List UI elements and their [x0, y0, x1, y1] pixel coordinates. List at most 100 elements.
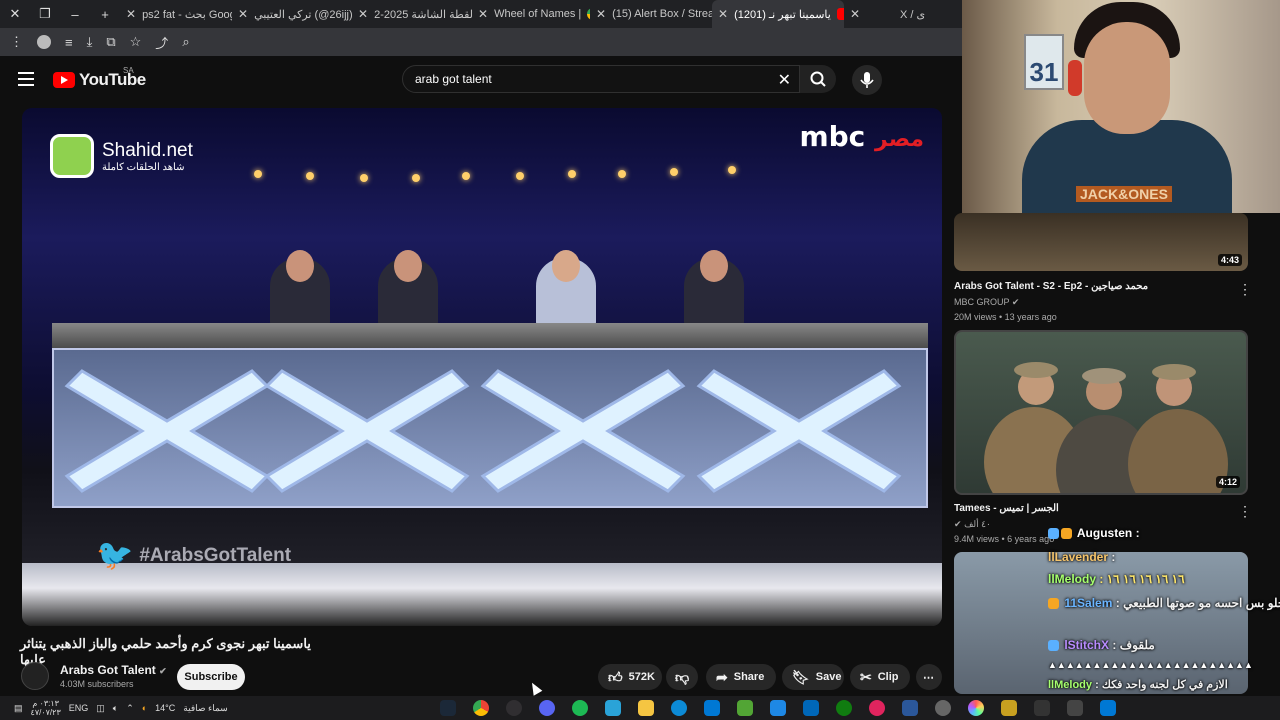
close-tab-icon[interactable]: ✕ [238, 7, 248, 21]
chrome-icon[interactable] [473, 700, 489, 716]
spotify-icon[interactable] [572, 700, 588, 716]
thumbs-down-icon: 👎︎ [675, 668, 690, 685]
vscode-icon[interactable] [704, 700, 720, 716]
volume-icon[interactable]: 🔈︎ [113, 703, 118, 714]
browser-tab[interactable]: ✕ تركي العتيبي (@26ijj) [232, 0, 352, 28]
shahid-name: Shahid.net [102, 139, 193, 161]
copilot-icon[interactable] [968, 700, 984, 716]
browser-tab[interactable]: ✕ ps2 fat - بحث Google [120, 0, 232, 28]
more-actions-button[interactable]: ⋯ [916, 664, 942, 690]
windows-start-icon[interactable] [1100, 700, 1116, 716]
more-options-icon[interactable]: ⋮ [1238, 503, 1252, 520]
more-options-icon[interactable]: ⋮ [1238, 281, 1252, 298]
browser-tab-active[interactable]: ✕ (1201) ياسمينا تبهر نـ [712, 0, 844, 28]
obs-icon[interactable] [506, 700, 522, 716]
recommendation-title[interactable]: Tamees - الجسر | تميس [954, 503, 1059, 514]
browser-tab[interactable]: ✕ (15) Alert Box / Strea [590, 0, 712, 28]
youtube-header: YouTube SA arab got talent ✕ [0, 56, 962, 102]
settings-gear-icon[interactable] [935, 700, 951, 716]
language-indicator[interactable]: ENG [69, 703, 89, 713]
app-icon[interactable] [770, 700, 786, 716]
recommendation-thumbnail[interactable]: 4:12 [954, 330, 1248, 495]
steam-icon[interactable] [440, 700, 456, 716]
recommendation-meta: 9.4M views • 6 years ago [954, 534, 1055, 544]
dislike-button[interactable]: 👎︎ [666, 664, 698, 690]
close-window-icon[interactable]: ✕ [0, 6, 30, 22]
edge-icon[interactable] [671, 700, 687, 716]
judge-figure [270, 250, 330, 328]
search-input[interactable]: arab got talent ✕ [402, 65, 800, 93]
app-icon[interactable] [1001, 700, 1017, 716]
share-page-icon[interactable]: ⤴ [155, 33, 168, 52]
menu-dots-icon[interactable]: ⋮ [10, 34, 23, 50]
close-tab-icon[interactable]: ✕ [478, 7, 488, 21]
x-buzzer-icon [480, 369, 686, 493]
xbox-icon[interactable] [836, 700, 852, 716]
chat-message: lStitchX : ملقوف [1048, 638, 1155, 652]
search-button[interactable] [800, 65, 836, 93]
subscriber-count: 4.03M subscribers [60, 679, 134, 689]
new-tab-button[interactable]: + [90, 7, 120, 22]
voice-search-button[interactable] [852, 65, 882, 95]
stage-light [254, 170, 262, 178]
search-icon [810, 71, 826, 87]
chat-badge-icon [1061, 528, 1072, 540]
reading-list-icon[interactable]: ≡ [65, 35, 73, 50]
channel-name-row[interactable]: Arabs Got Talent ✔ [60, 663, 167, 677]
restore-window-icon[interactable]: ❐ [30, 6, 60, 22]
minimize-window-icon[interactable]: – [60, 7, 90, 22]
notifications-icon[interactable]: ▤ [14, 703, 23, 714]
file-explorer-icon[interactable] [638, 700, 654, 716]
share-button[interactable]: ➦ Share [706, 664, 776, 690]
discord-icon[interactable] [539, 700, 555, 716]
clip-label: Clip [877, 671, 899, 683]
subscribe-button[interactable]: Subscribe [177, 664, 245, 690]
clock[interactable]: ٠٣:١٣ م ٤٧/٠٧/٢٣ [31, 699, 61, 717]
browser-tab[interactable]: ✕ [844, 0, 894, 28]
network-icon[interactable]: ◫ [96, 703, 105, 714]
save-button[interactable]: 🔖︎ Save [782, 664, 844, 690]
download-icon[interactable]: ⤓ [87, 34, 93, 50]
zoom-icon[interactable]: ⌕ [182, 34, 189, 50]
clear-search-icon[interactable]: ✕ [778, 70, 791, 90]
show-hidden-icons-chevron-icon[interactable]: ⌃ [126, 703, 134, 714]
hamburger-menu-icon[interactable] [18, 72, 34, 90]
recommendation-thumbnail[interactable]: 4:43 [954, 213, 1248, 271]
video-duration: 4:43 [1217, 254, 1242, 266]
telegram-icon[interactable] [605, 700, 621, 716]
mouse-cursor-icon [527, 680, 543, 696]
streamer-webcam: 31 JACK&ONES [962, 0, 1280, 213]
video-player[interactable]: Shahid.net شاهد الحلقات كاملة mbc مصر 🐦 … [22, 108, 942, 626]
close-tab-icon[interactable]: ✕ [358, 7, 368, 21]
taskbar-search-icon[interactable] [1067, 700, 1083, 716]
close-tab-icon[interactable]: ✕ [596, 7, 606, 21]
recommendation-channel[interactable]: ✔ ٤٠ ألف [954, 519, 991, 530]
face [1084, 22, 1170, 134]
app-icon[interactable] [869, 700, 885, 716]
extensions-icon[interactable]: ⧉ [106, 34, 115, 50]
browser-tab[interactable]: X / ی [894, 0, 934, 28]
store-icon[interactable] [803, 700, 819, 716]
minecraft-icon[interactable] [737, 700, 753, 716]
close-tab-icon[interactable]: ✕ [850, 7, 860, 21]
three-men-thumbnail-art [984, 362, 1228, 493]
app-icon[interactable] [902, 700, 918, 716]
browser-tab[interactable]: ✕ لقطة الشاشة 2025-2 [352, 0, 472, 28]
channel-avatar[interactable] [21, 662, 49, 690]
browser-tab[interactable]: ✕ Wheel of Names | [472, 0, 590, 28]
mbc-masr-text: مصر [875, 127, 924, 152]
temperature[interactable]: 14°C [155, 703, 175, 713]
like-button[interactable]: 👍︎ 572K [598, 664, 662, 690]
chat-badge-icon [1048, 640, 1059, 652]
profile-icon[interactable] [37, 35, 51, 49]
close-tab-icon[interactable]: ✕ [718, 7, 728, 21]
clip-button[interactable]: ✂ Clip [850, 664, 910, 690]
stage-light [568, 170, 576, 178]
youtube-logo[interactable]: YouTube SA [53, 66, 146, 90]
task-view-icon[interactable] [1034, 700, 1050, 716]
recommendation-channel[interactable]: MBC GROUP ✔ [954, 297, 1019, 308]
search-query: arab got talent [415, 72, 492, 86]
close-tab-icon[interactable]: ✕ [126, 7, 136, 21]
bookmark-star-icon[interactable]: ☆ [130, 34, 142, 50]
recommendation-title[interactable]: Arabs Got Talent - S2 - Ep2 - محمد صياجي… [954, 281, 1148, 292]
